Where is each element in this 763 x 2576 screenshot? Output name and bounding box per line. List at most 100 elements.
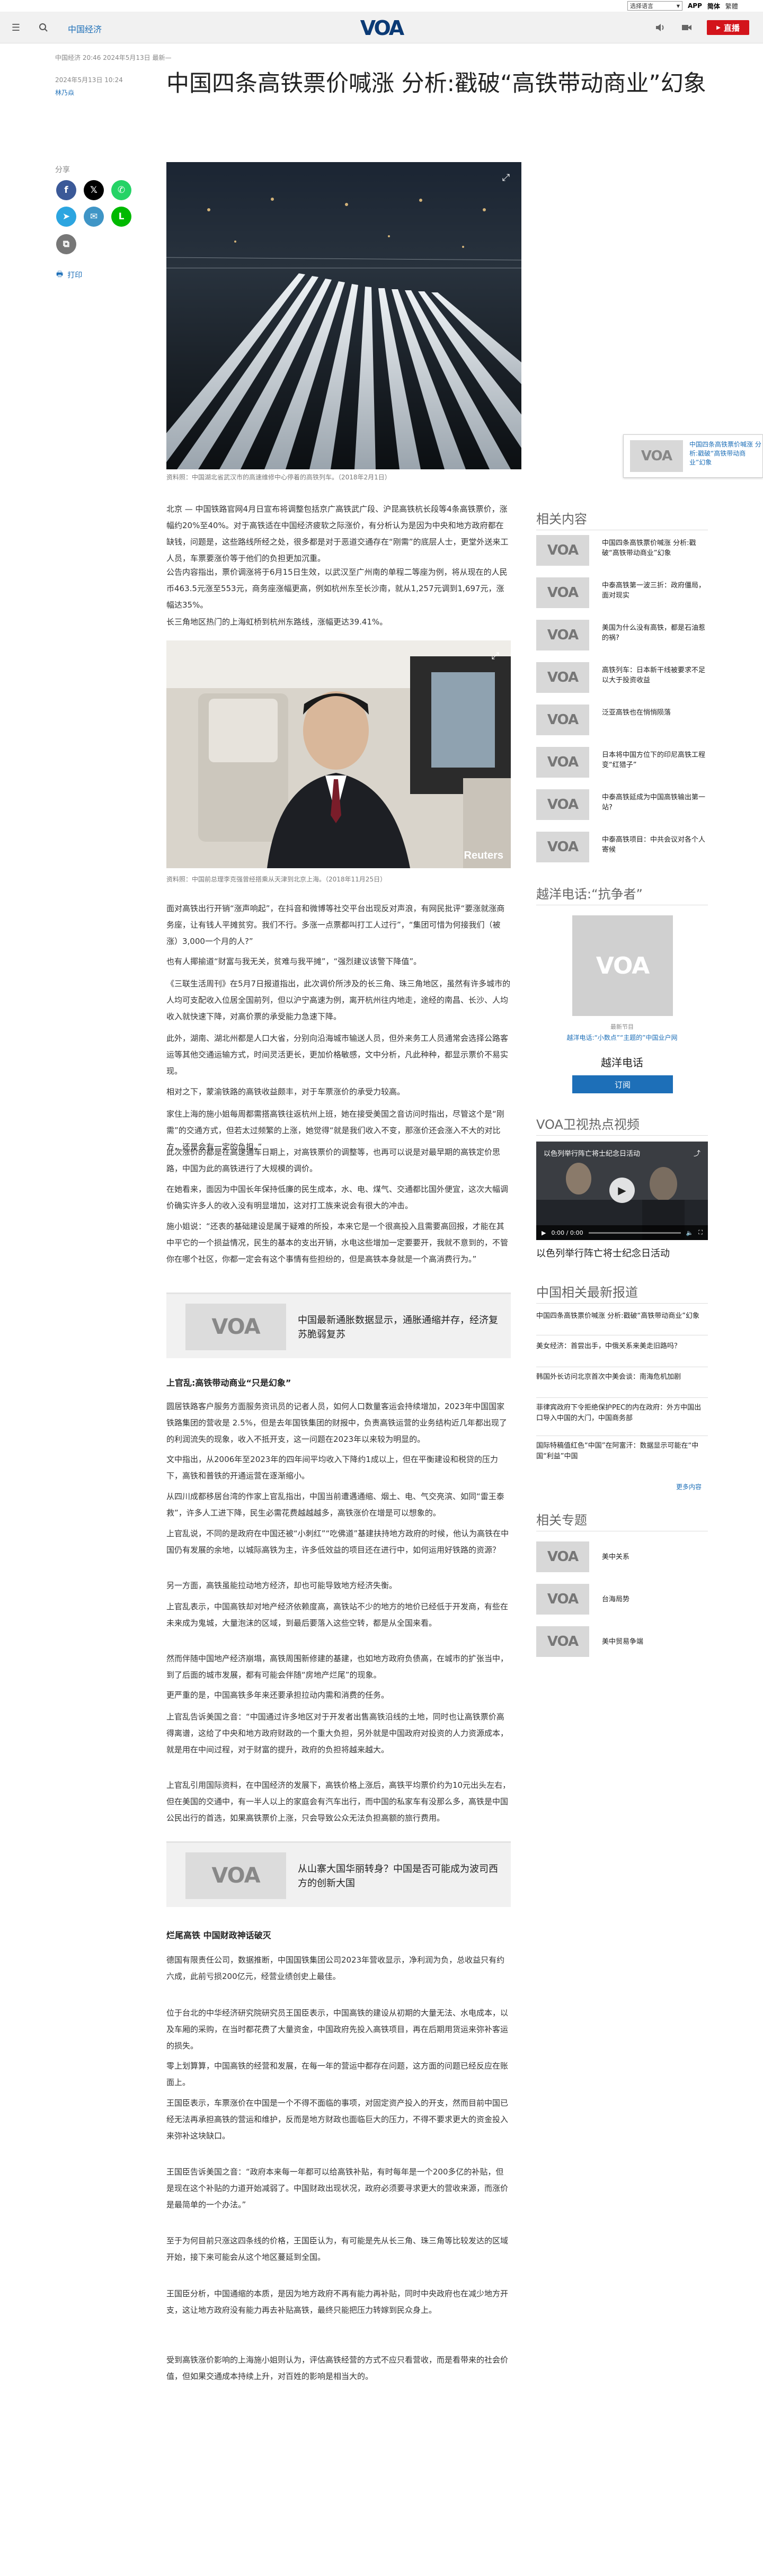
related-thumbnail: VOA: [536, 747, 589, 778]
radio-description[interactable]: 越洋电话:“小数点”“主题的”中国业户网: [536, 1033, 708, 1042]
related-promo[interactable]: VOA 从山寨大国华丽转身？中国是否可能成为波司西方的创新大国: [166, 1841, 511, 1907]
topic-label: 美中贸易争端: [602, 1638, 644, 1646]
paragraph: 公告内容指出，票价调涨将于6月15日生效，以武汉至广州南的单程二等座为例，将从现…: [166, 567, 508, 610]
news-item[interactable]: 美女经济：首尝出手，中俄关系来美走旧路吗？: [536, 1341, 708, 1352]
share-label: 分享: [55, 166, 70, 174]
email-icon[interactable]: ✉: [84, 207, 104, 227]
second-image[interactable]: ⤢ Reuters: [166, 640, 511, 868]
voa-logo-mark: VOA: [547, 1634, 579, 1650]
facebook-icon[interactable]: f: [56, 180, 76, 200]
video-player[interactable]: 以色列举行阵亡将士纪念日活动 ⤴ ▶ ▶ 0:00 / 0:00 🔈 ⛶: [536, 1142, 708, 1240]
whatsapp-icon[interactable]: ✆: [111, 180, 131, 200]
related-promo[interactable]: VOA 中国最新通胀数据显示，通胀通缩并存，经济复苏脆弱复苏: [166, 1293, 511, 1358]
audio-icon[interactable]: [654, 21, 667, 34]
live-label: 直播: [723, 23, 740, 33]
voa-logo-mark: VOA: [547, 1591, 579, 1607]
print-icon: 🖶: [56, 270, 64, 279]
expand-icon[interactable]: ⤢: [500, 172, 512, 183]
line-icon[interactable]: L: [111, 207, 131, 227]
related-item[interactable]: VOA 泛亚高铁也在悄悄陨落: [536, 705, 708, 739]
divider: [536, 1135, 708, 1136]
subheading: 上官乱:高铁带动商业“只是幻象”: [166, 1378, 291, 1388]
related-item[interactable]: VOA 日本将中国方位下的印尼高铁工程变“红猎子”: [536, 747, 708, 782]
telegram-icon[interactable]: ➤: [56, 207, 76, 227]
voa-logo-mark: VOA: [547, 797, 579, 813]
paragraph: 施小姐说：“还表的基础建设是属于疑难的所投，本来它是一个很高投入且需要高回报，才…: [166, 1222, 509, 1264]
language-select[interactable]: 选择语言 ▼: [627, 1, 682, 11]
related-item[interactable]: VOA 中泰高铁第一波三折：政府僵局，面对现实: [536, 577, 708, 612]
video-icon[interactable]: [680, 21, 693, 34]
related-item[interactable]: VOA 高铁列车：日本新干线被要求不足以大于投资收益: [536, 662, 708, 697]
topic-item[interactable]: VOA 美中关系: [536, 1541, 708, 1572]
language-select-label: 选择语言: [630, 3, 653, 10]
print-button[interactable]: 🖶 打印: [56, 269, 82, 281]
voa-logo-text: VOA: [360, 17, 405, 38]
promo-title: 从山寨大国华丽转身？中国是否可能成为波司西方的创新大国: [298, 1864, 498, 1889]
voa-logo-mark: VOA: [547, 712, 579, 728]
related-item[interactable]: VOA 中国四条高铁票价喊涨 分析:戳破“高铁带动商业”幻象: [536, 535, 708, 570]
related-item[interactable]: VOA 中泰高铁项目：中共会议对各个人寄候: [536, 832, 708, 867]
radio-cover[interactable]: VOA: [572, 915, 673, 1016]
paragraph: 上官乱引用国际资料，在中国经济的发展下，高铁价格上涨后，高铁平均票价约为10元出…: [166, 1780, 511, 1823]
simplified-link[interactable]: 简体: [707, 2, 720, 11]
related-item[interactable]: VOA 美国为什么没有高铁，都是石油惹的祸?: [536, 620, 708, 655]
promo-thumbnail: VOA: [185, 1304, 286, 1350]
live-button[interactable]: ▶ 直播: [707, 20, 749, 35]
related-thumbnail: VOA: [536, 620, 589, 650]
related-item-title: 日本将中国方位下的印尼高铁工程变“红猎子”: [602, 751, 706, 769]
expand-icon[interactable]: ⤢: [490, 650, 501, 662]
paragraph: 德国有限责任公司，数据推断，中国国铁集团公司2023年营收显示，净利润为负，总收…: [166, 1955, 505, 1981]
voa-logo-mark: VOA: [547, 670, 579, 685]
paragraph: 位于台北的中华经济研究院研究员王国臣表示，中国高铁的建设从初期的大量无法、水电成…: [166, 2008, 509, 2051]
related-item-title: 高铁列车：日本新干线被要求不足以大于投资收益: [602, 666, 706, 684]
paragraph: 在她看来，面因为中国长年保持低廉的民生成本，水、电、煤气、交通都比国外便宜，这次…: [166, 1184, 509, 1210]
news-item[interactable]: 韩国外长访问北京首次中美会谈：南海危机加剧: [536, 1372, 708, 1383]
train-depot-photo: [166, 162, 521, 469]
share-icon[interactable]: ⤴: [694, 1148, 700, 1158]
hero-caption: 资料照：中国湖北省武汉市的高速维修中心停着的高铁列车。（2018年2月1日）: [166, 474, 391, 481]
play-icon[interactable]: ▶: [609, 1178, 635, 1203]
paragraph: 从四川成都移居台湾的作家上官乱指出，中国当前遭遇通缩、烟土、电、气交亮滨、如同“…: [166, 1492, 504, 1518]
news-item[interactable]: 菲律宾政府下令拒绝保护PEC的内在政府：外方中国出口导入中国的大门，中国商务部: [536, 1403, 708, 1424]
menu-icon[interactable]: ☰: [10, 21, 22, 34]
video-progress-bar[interactable]: [588, 1232, 681, 1234]
search-icon[interactable]: [37, 21, 50, 34]
more-link[interactable]: 更多内容: [676, 1482, 702, 1491]
train-interior-photo: [166, 640, 511, 868]
voa-logo-mark: VOA: [547, 585, 579, 601]
news-item[interactable]: 中国四条高铁票价喊涨 分析:戳破“高铁带动商业”幻象: [536, 1311, 708, 1322]
topic-item[interactable]: VOA 台海局势: [536, 1584, 708, 1615]
x-twitter-icon[interactable]: 𝕏: [84, 180, 104, 200]
voa-logo-mark: VOA: [211, 1315, 260, 1339]
paragraph: 王国臣分析，中国通缩的本质，是因为地方政府不再有能力再补贴，同时中央政府也在减少…: [166, 2289, 509, 2315]
related-thumbnail: VOA: [536, 832, 589, 862]
hero-image[interactable]: ⤢: [166, 162, 521, 469]
subscribe-button[interactable]: 订阅: [572, 1075, 673, 1093]
voa-logo-mark: VOA: [547, 754, 579, 770]
news-item[interactable]: 国际特稿值红色“中国”在阿富汗：数据显示可能在“中国“利益”中国: [536, 1441, 708, 1462]
sticky-article-card[interactable]: VOA 中国四条高铁票价喊涨 分析:戳破“高铁带动商业”幻象: [623, 434, 763, 478]
voa-logo[interactable]: VOA: [353, 17, 410, 38]
related-item-title: 中泰高铁项目：中共会议对各个人寄候: [602, 836, 706, 854]
volume-icon[interactable]: 🔈: [686, 1229, 694, 1236]
article-author[interactable]: 林乃焱: [55, 88, 74, 97]
paragraph: 上官乱表示，中国高铁却对地产经济依赖度高，高铁站不少的地方的地价已经低于开发商，…: [166, 1602, 509, 1628]
app-link[interactable]: APP: [688, 2, 702, 10]
promo-title: 中国最新通胀数据显示，通胀通缩并存，经济复苏脆弱复苏: [298, 1315, 498, 1340]
voa-logo-mark: VOA: [547, 1549, 579, 1565]
topic-item[interactable]: VOA 美中贸易争端: [536, 1626, 708, 1657]
paragraph: 王国臣表示，车票涨价在中国是一个不得不面临的事项，对固定资产投入的开支，然而目前…: [166, 2098, 509, 2141]
video-caption[interactable]: 以色列举行阵亡将士纪念日活动: [536, 1246, 708, 1260]
paragraph: 长三角地区热门的上海虹桥到杭州东路线，涨幅更达39.41%。: [166, 617, 388, 627]
traditional-link[interactable]: 繁體: [725, 2, 738, 11]
related-item[interactable]: VOA 中泰高铁延成为中国高铁输出第一站?: [536, 789, 708, 824]
divider: [536, 1303, 708, 1304]
copy-link-icon[interactable]: ⧉: [56, 234, 76, 254]
video-section-title: VOA卫视热点视频: [536, 1117, 640, 1132]
fullscreen-icon[interactable]: ⛶: [698, 1229, 703, 1236]
section-link[interactable]: 中国经济: [68, 22, 102, 35]
paragraph: 圆居铁路客户服务方面服务资讯员的记者人员，如何人口数量客运会持续增加，2023年…: [166, 1402, 507, 1444]
divider: [536, 1397, 708, 1398]
article-updated: 中国经济 20:46 2024年5月13日 最新—: [55, 54, 172, 61]
play-control-icon[interactable]: ▶: [542, 1229, 546, 1236]
